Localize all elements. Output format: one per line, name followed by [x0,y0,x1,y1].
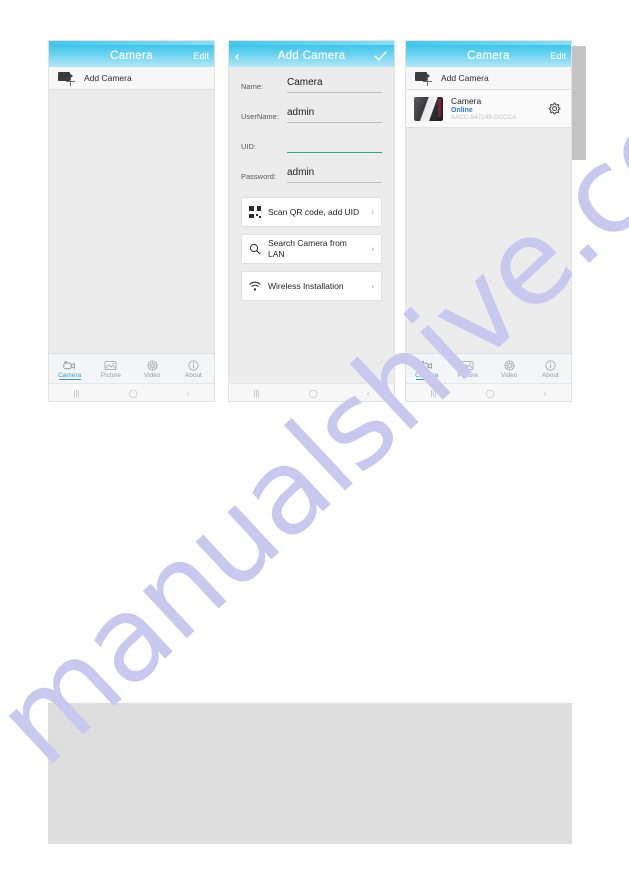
uid-input[interactable] [287,137,382,153]
recents-button[interactable]: ||| [254,389,260,398]
video-icon [504,359,515,371]
tab-about-label: About [184,371,202,379]
android-system-bar: ||| ◯ ‹ [229,383,394,401]
password-label: Password: [241,172,277,181]
edit-button[interactable]: Edit [550,51,566,61]
android-system-bar: ||| ◯ ‹ [406,383,571,401]
uid-label: UID: [241,142,256,151]
picture-icon [104,360,117,370]
screen-body: Add Camera Camera Picture Video About ||… [49,67,214,401]
check-icon[interactable] [374,51,387,61]
camera-meta: Camera Online AACC-947149-DCCCA [451,96,516,121]
add-camera-row[interactable]: Add Camera [406,67,571,90]
info-icon [545,359,556,371]
scan-qr-label: Scan QR code, add UID [268,206,360,217]
tab-camera[interactable]: Camera [406,354,447,384]
password-input[interactable]: admin [287,167,382,183]
camera-uid: AACC-947149-DCCCA [451,115,517,121]
camera-name: Camera [451,96,482,106]
wireless-install-button[interactable]: Wireless Installation › [241,271,382,301]
camera-thumbnail [414,96,443,121]
search-lan-button[interactable]: Search Camera from LAN › [241,234,382,264]
home-button[interactable]: ◯ [309,389,318,398]
camera-icon [420,360,432,369]
video-icon [147,359,158,371]
add-camera-label: Add Camera [84,73,132,83]
info-icon [188,359,199,371]
navbar-camera-list: Camera Edit [406,45,571,67]
tab-camera-label: Camera [58,371,82,379]
home-button[interactable]: ◯ [486,389,495,398]
phone-screen-3: Camera Edit Add Camera Camera Online AAC… [405,40,572,402]
add-camera-label: Add Camera [441,73,489,83]
camera-plus-icon [58,71,76,86]
page-title: Add Camera [277,50,346,62]
recents-button[interactable]: ||| [431,389,437,398]
field-username: UserName: admin [241,107,382,123]
navbar-add-camera: ‹ Add Camera [229,45,394,67]
back-button[interactable]: ‹ [367,389,370,398]
search-icon [249,243,261,255]
wireless-install-label: Wireless Installation [268,280,344,291]
camera-plus-icon [415,71,433,86]
camera-list-item[interactable]: Camera Online AACC-947149-DCCCA [406,90,571,128]
tab-about[interactable]: About [173,354,214,384]
scan-qr-button[interactable]: Scan QR code, add UID › [241,197,382,227]
field-name: Name: Camera [241,77,382,93]
navbar-camera-list: Camera Edit [49,45,214,67]
tab-picture-label: Picture [457,371,478,379]
field-uid: UID: [241,137,382,153]
tab-video-label: Video [500,371,518,379]
recents-button[interactable]: ||| [74,389,80,398]
add-camera-row[interactable]: Add Camera [49,67,214,90]
edit-button[interactable]: Edit [193,51,209,61]
phone-screen-1: Camera Edit Add Camera Camera Picture Vi… [48,40,215,402]
picture-icon [461,360,474,370]
tab-picture-label: Picture [100,371,121,379]
back-button[interactable]: ‹ [187,389,190,398]
chevron-right-icon: › [371,244,374,254]
tab-camera[interactable]: Camera [49,354,90,384]
gear-icon[interactable] [547,102,561,116]
tab-video[interactable]: Video [489,354,530,384]
back-button[interactable]: ‹ [544,389,547,398]
tab-about-label: About [541,371,559,379]
chevron-left-icon[interactable]: ‹ [235,50,239,63]
name-label: Name: [241,82,264,91]
chevron-right-icon: › [371,281,374,291]
status-badge: Online [451,107,473,114]
android-system-bar: ||| ◯ ‹ [49,383,214,401]
field-password: Password: admin [241,167,382,183]
tab-camera-label: Camera [415,371,439,379]
name-input[interactable]: Camera [287,77,382,93]
phone-screen-2: ‹ Add Camera Name: Camera UserName: admi… [228,40,395,402]
tab-picture[interactable]: Picture [447,354,488,384]
wifi-icon [249,281,261,291]
username-input[interactable]: admin [287,107,382,123]
tab-video-label: Video [143,371,161,379]
bottom-tabbar: Camera Picture Video About [49,353,214,384]
add-camera-form: Name: Camera UserName: admin UID: Passwo… [229,67,394,301]
tab-video[interactable]: Video [132,354,173,384]
bottom-content-box [48,703,572,844]
qr-code-icon [249,206,261,218]
screen-body: Name: Camera UserName: admin UID: Passwo… [229,67,394,401]
page-root: Camera Edit Add Camera Camera Picture Vi… [0,0,629,893]
camera-icon [63,360,75,369]
tab-about[interactable]: About [530,354,571,384]
tab-picture[interactable]: Picture [90,354,131,384]
home-button[interactable]: ◯ [129,389,138,398]
username-label: UserName: [241,112,279,121]
page-title: Camera [110,50,153,62]
search-lan-label: Search Camera from LAN [268,238,347,259]
bottom-tabbar: Camera Picture Video About [406,353,571,384]
chevron-right-icon: › [371,207,374,217]
screen-body: Add Camera Camera Online AACC-947149-DCC… [406,67,571,401]
page-title: Camera [467,50,510,62]
